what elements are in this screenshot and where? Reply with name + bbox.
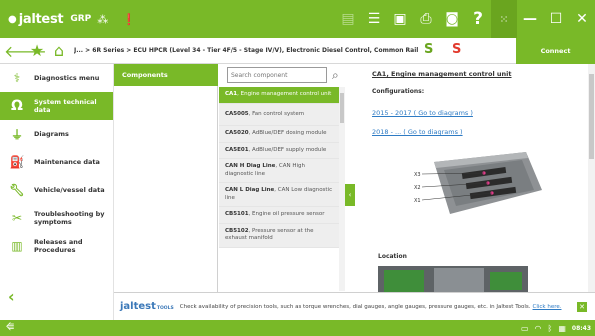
- list-item[interactable]: CAN H Diag Line, CAN High diagnostic lin…: [219, 159, 339, 183]
- components-header: Components: [114, 64, 218, 86]
- sidebar-item-label: Maintenance data: [34, 158, 100, 166]
- list-item[interactable]: CA1, Engine management control unit: [219, 87, 339, 104]
- diagram-icon: ⏚: [10, 127, 23, 142]
- diagrams-link-2018[interactable]: 2018 - ... ( Go to diagrams ): [372, 128, 463, 136]
- sidebar-item-troubleshooting[interactable]: ✂ Troubleshooting by symptoms: [0, 204, 113, 232]
- ohm-icon: Ω: [11, 98, 23, 114]
- app-logo: jaltest: [18, 11, 64, 27]
- jaltest-tools-logo: jaltest TOOLS: [120, 301, 174, 312]
- list-item[interactable]: CAN L Diag Line, CAN Low diagnostic line: [219, 183, 339, 207]
- print-icon[interactable]: ⎙: [413, 0, 439, 38]
- wifi-icon: ◠: [534, 323, 542, 333]
- scrollbar-thumb[interactable]: [340, 93, 344, 123]
- tools-info-text: Check availability of precision tools, s…: [179, 303, 562, 310]
- connect-button[interactable]: Connect: [516, 38, 595, 64]
- component-list: CA1, Engine management control unit CA50…: [219, 87, 339, 291]
- document-icon[interactable]: ▤: [335, 0, 361, 38]
- ecu-image: X3 X2 X1: [414, 152, 542, 214]
- sidebar-item-releases-procedures[interactable]: ▥ Releases and Procedures: [0, 232, 113, 260]
- diagnostics-icon: ⚕: [13, 71, 21, 85]
- sidebar-item-diagrams[interactable]: ⏚ Diagrams: [0, 120, 113, 148]
- help-icon[interactable]: ?: [465, 0, 491, 38]
- sidebar-item-system-technical-data[interactable]: Ω System technical data: [0, 92, 113, 120]
- list-item[interactable]: CA5E01, AdBlue/DEF supply module: [219, 142, 339, 159]
- sidebar-item-label: Vehicle/vessel data: [34, 186, 105, 194]
- sidebar-item-label: System technical data: [34, 98, 97, 114]
- sidebar-item-maintenance-data[interactable]: ⛽ Maintenance data: [0, 148, 113, 176]
- oil-can-icon: ⛽: [9, 155, 25, 169]
- tools-info-bar: jaltest TOOLS Check availability of prec…: [114, 292, 595, 320]
- component-title: CA1, Engine management control unit: [372, 70, 512, 78]
- list-item[interactable]: CB5101, Engine oil pressure sensor: [219, 207, 339, 224]
- jaltest-logo-icon: ●: [8, 13, 17, 25]
- title-bar: ● jaltest GRP ⁂ ❗ ▤ ☰ ▣ ⎙ ◙ ? ⁙ — ☐ ✕: [0, 0, 595, 38]
- status-bar: ⭅ ▭ ◠ ᛒ ▦ 08:43: [0, 320, 595, 336]
- list-item[interactable]: CA5005, Fan control system: [219, 103, 339, 126]
- detail-scrollbar[interactable]: [588, 64, 595, 292]
- location-image: [378, 266, 528, 292]
- troubleshoot-icon: ✂: [11, 211, 23, 225]
- back-arrow-icon[interactable]: 🡐: [4, 41, 47, 61]
- connector-label: X2: [414, 185, 421, 191]
- connector-label: X3: [414, 172, 421, 178]
- sidebar-item-label: Diagnostics menu: [34, 74, 100, 82]
- sidebar-item-vehicle-vessel-data[interactable]: 🔧︎ Vehicle/vessel data: [0, 176, 113, 204]
- sidebar-item-label: Releases and Procedures: [34, 238, 83, 254]
- search-bar: ⌕: [219, 64, 345, 86]
- search-icon[interactable]: ⌕: [332, 68, 339, 83]
- scrollbar-thumb[interactable]: [589, 74, 594, 159]
- sidebar: ⚕ Diagnostics menu Ω System technical da…: [0, 64, 114, 320]
- toolbar-right: ▤ ☰ ▣ ⎙ ◙ ? ⁙ — ☐ ✕: [335, 0, 595, 38]
- sidebar-item-diagnostics-menu[interactable]: ⚕ Diagnostics menu: [0, 64, 113, 92]
- engine-photo-icon: [378, 266, 528, 292]
- sidebar-item-label: Troubleshooting by symptoms: [34, 210, 105, 226]
- brand: ● jaltest GRP ⁂ ❗: [0, 12, 136, 27]
- favorite-star-icon[interactable]: ★: [26, 41, 48, 60]
- apps-grid-icon[interactable]: ⁙: [491, 0, 517, 38]
- calendar-icon: ▦: [558, 323, 566, 333]
- product-label: GRP: [70, 14, 92, 24]
- app-window: ● jaltest GRP ⁂ ❗ ▤ ☰ ▣ ⎙ ◙ ? ⁙ — ☐ ✕ 🡐 …: [0, 0, 595, 336]
- collapse-sidebar-icon[interactable]: ‹: [8, 287, 15, 306]
- sidebar-item-label: Diagrams: [34, 130, 69, 138]
- maximize-button[interactable]: ☐: [543, 0, 569, 38]
- list-item[interactable]: CA5020, AdBlue/DEF dosing module: [219, 126, 339, 143]
- usb-icon: ⭅: [6, 323, 15, 333]
- nav-bar: 🡐 ★ ⌂ J... > 6R Series > ECU HPCR (Level…: [0, 38, 595, 64]
- clipboard-icon[interactable]: ▣: [387, 0, 413, 38]
- list-item[interactable]: CB5102, Pressure sensor at the exhaust m…: [219, 223, 339, 248]
- book-icon: ▥: [11, 239, 23, 253]
- test-connection-icon[interactable]: S: [424, 42, 433, 57]
- components-panel: [114, 64, 218, 292]
- diagrams-link-2015[interactable]: 2015 - 2017 ( Go to diagrams ): [372, 109, 473, 117]
- connector-label: X1: [414, 198, 421, 204]
- connection-status-icon[interactable]: S: [452, 42, 461, 57]
- bluetooth-icon: ᛒ: [547, 323, 553, 333]
- alert-icon[interactable]: ❗: [122, 13, 136, 26]
- close-button[interactable]: ✕: [569, 0, 595, 38]
- breadcrumb[interactable]: J... > 6R Series > ECU HPCR (Level 34 - …: [74, 47, 459, 54]
- home-icon[interactable]: ⌂: [48, 41, 70, 60]
- tools-click-here-link[interactable]: Click here.: [533, 304, 562, 310]
- configurations-label: Configurations:: [372, 88, 425, 95]
- battery-icon: ▭: [520, 323, 529, 333]
- close-icon[interactable]: ✕: [577, 302, 587, 312]
- list-icon[interactable]: ☰: [361, 0, 387, 38]
- search-input[interactable]: [227, 67, 327, 83]
- location-label: Location: [378, 253, 407, 260]
- status-bar-right: ▭ ◠ ᛒ ▦ 08:43: [521, 320, 591, 336]
- network-icon[interactable]: ⁂: [97, 13, 108, 26]
- clock: 08:43: [571, 324, 591, 332]
- minimize-button[interactable]: —: [517, 0, 543, 38]
- wrench-icon: 🔧︎: [9, 183, 25, 197]
- detail-panel: CA1, Engine management control unit Conf…: [362, 64, 588, 292]
- panel-collapse-handle[interactable]: ‹: [345, 184, 355, 206]
- camera-icon[interactable]: ◙: [439, 0, 465, 38]
